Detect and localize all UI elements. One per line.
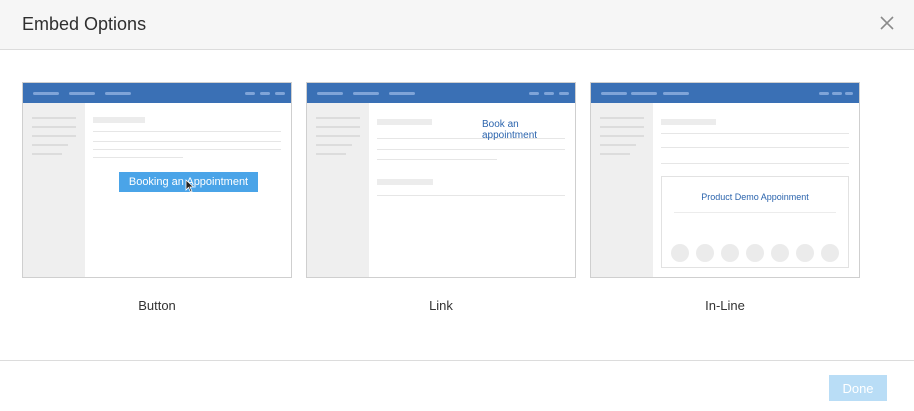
option-inline[interactable]: Product Demo Appoinment In-Line [590,82,860,313]
mock-topbar [591,83,859,103]
dialog-title: Embed Options [22,14,147,34]
mock-inline-widget: Product Demo Appoinment [661,176,849,268]
dialog-header: Embed Options [0,0,914,50]
mock-slot [696,244,714,262]
mock-slot [796,244,814,262]
option-label: Button [138,298,176,313]
done-button[interactable]: Done [829,375,887,401]
option-button[interactable]: Booking an Appointment Button [22,82,292,313]
footer-divider [0,360,914,361]
mock-slot [746,244,764,262]
close-icon[interactable] [876,12,898,34]
option-label: Link [429,298,453,313]
mock-widget-title: Product Demo Appoinment [701,192,809,202]
mock-slot [671,244,689,262]
inline-preview-card[interactable]: Product Demo Appoinment [590,82,860,278]
mock-sidebar [307,103,369,277]
mock-slot [821,244,839,262]
mock-topbar [23,83,291,103]
cursor-icon [185,179,195,193]
mock-book-link: Book an appointment [482,119,538,141]
link-preview-card[interactable]: Book an appointment [306,82,576,278]
option-label: In-Line [705,298,745,313]
button-preview-card[interactable]: Booking an Appointment [22,82,292,278]
mock-slot [771,244,789,262]
mock-slot [721,244,739,262]
mock-sidebar [23,103,85,277]
mock-topbar [307,83,575,103]
mock-sidebar [591,103,653,277]
option-link[interactable]: Book an appointment Link [306,82,576,313]
